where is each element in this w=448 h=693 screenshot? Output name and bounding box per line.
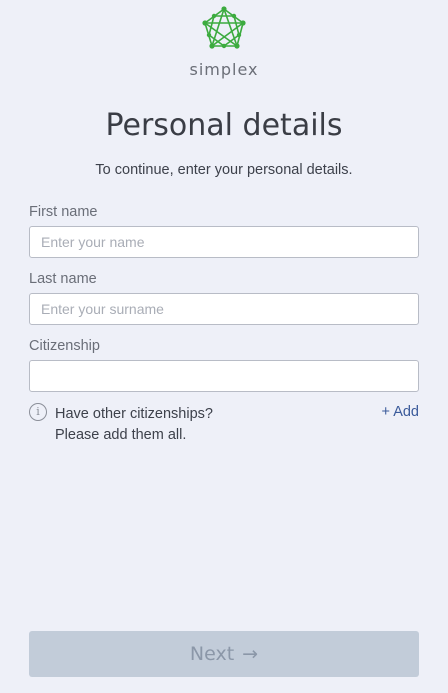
page-subtitle: To continue, enter your personal details… bbox=[95, 162, 353, 178]
network-globe-icon bbox=[202, 6, 246, 49]
page-title: Personal details bbox=[105, 108, 343, 143]
brand-name: simplex bbox=[189, 60, 259, 79]
citizenship-label: Citizenship bbox=[29, 338, 100, 354]
first-name-label: First name bbox=[29, 204, 98, 220]
first-name-input[interactable] bbox=[29, 226, 419, 258]
next-button-label: Next bbox=[189, 643, 235, 665]
brand-header: simplex bbox=[0, 6, 448, 79]
last-name-input[interactable] bbox=[29, 293, 419, 325]
add-citizenship-link[interactable]: + Add bbox=[382, 404, 420, 420]
citizenship-input[interactable] bbox=[29, 360, 419, 392]
next-button[interactable]: Next → bbox=[29, 631, 419, 677]
arrow-right-icon: → bbox=[242, 643, 259, 665]
other-citizenships-hint: Please add them all. bbox=[55, 427, 187, 443]
info-icon: i bbox=[29, 403, 47, 421]
other-citizenships-row: i Have other citizenships? Please add th… bbox=[29, 403, 419, 447]
last-name-label: Last name bbox=[29, 271, 97, 287]
other-citizenships-text: Have other citizenships? Please add them… bbox=[55, 404, 213, 446]
other-citizenships-question: Have other citizenships? bbox=[55, 406, 213, 422]
